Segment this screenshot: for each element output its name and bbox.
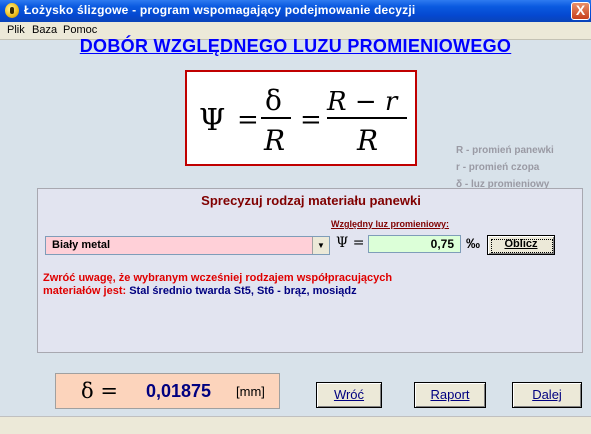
- permille-unit: ‰: [466, 235, 480, 251]
- formula-R-1: R: [263, 124, 285, 157]
- formula-eq-1: =: [237, 105, 259, 135]
- menu-item-baza[interactable]: Baza: [32, 24, 57, 36]
- calculate-button[interactable]: Oblicz: [487, 235, 555, 255]
- material-warning: Zwróć uwagę, że wybranym wcześniej rodza…: [43, 272, 553, 298]
- warning-line-1: Zwróć uwagę, że wybranym wcześniej rodza…: [43, 272, 393, 284]
- window-title: Łożysko ślizgowe - program wspomagający …: [24, 3, 416, 17]
- legend-symbol: R: [456, 145, 464, 156]
- warning-line-2: materiałów jest: Stal średnio twarda St5…: [43, 285, 553, 298]
- result-value: 0,01875: [146, 381, 212, 401]
- formula-graphic: Ψ = δ R = R − r R: [199, 84, 407, 157]
- back-button[interactable]: Wróć: [316, 382, 382, 408]
- result-unit: [mm]: [236, 384, 265, 399]
- psi-equals-label: Ψ =: [336, 235, 365, 251]
- legend-symbol: r: [456, 162, 460, 173]
- legend-text: - promień panewki: [466, 145, 554, 156]
- title-bar[interactable]: Łożysko ślizgowe - program wspomagający …: [0, 0, 591, 22]
- page-title: DOBÓR WZGLĘDNEGO LUZU PROMIENIOWEGO: [79, 36, 512, 56]
- formula-R-2: R: [356, 124, 378, 157]
- material-select-value: Biały metal: [52, 239, 111, 251]
- legend-text: - promień czopa: [462, 162, 540, 173]
- psi-value: 0,75: [430, 237, 454, 251]
- formula-psi: Ψ: [199, 103, 225, 138]
- formula-box: Ψ = δ R = R − r R: [185, 70, 417, 166]
- menu-item-plik[interactable]: Plik: [7, 24, 25, 36]
- app-icon: [5, 3, 19, 18]
- psi-value-field[interactable]: 0,75: [368, 235, 461, 253]
- material-select[interactable]: Biały metal ▼: [45, 236, 330, 255]
- close-button[interactable]: X: [571, 2, 590, 20]
- material-panel: Sprecyzuj rodzaj materiału panewki Wzglę…: [37, 188, 583, 353]
- application-window: Łożysko ślizgowe - program wspomagający …: [0, 0, 591, 434]
- report-button[interactable]: Raport: [414, 382, 486, 408]
- formula-delta: δ: [265, 84, 282, 117]
- chevron-down-icon[interactable]: ▼: [312, 237, 329, 254]
- materials-pair: Stal średnio twarda St5, St6 - brąz, mos…: [129, 285, 357, 297]
- calculate-button-label: Oblicz: [504, 238, 538, 250]
- menu-item-pomoc[interactable]: Pomoc: [63, 24, 97, 36]
- result-box: δ = 0,01875 [mm]: [55, 373, 280, 409]
- warning-line-2-text: materiałów jest:: [43, 285, 127, 297]
- legend-R: R - promień panewki: [456, 145, 554, 156]
- relative-clearance-label: Względny luz promieniowy:: [331, 219, 450, 229]
- legend-r: r - promień czopa: [456, 162, 539, 173]
- next-button[interactable]: Dalej: [512, 382, 582, 408]
- status-bar: [0, 416, 591, 434]
- formula-eq-2: =: [300, 105, 322, 135]
- delta-symbol: δ =: [81, 379, 118, 403]
- material-panel-title: Sprecyzuj rodzaj materiału panewki: [201, 193, 421, 208]
- formula-R-minus-r: R − r: [326, 87, 399, 117]
